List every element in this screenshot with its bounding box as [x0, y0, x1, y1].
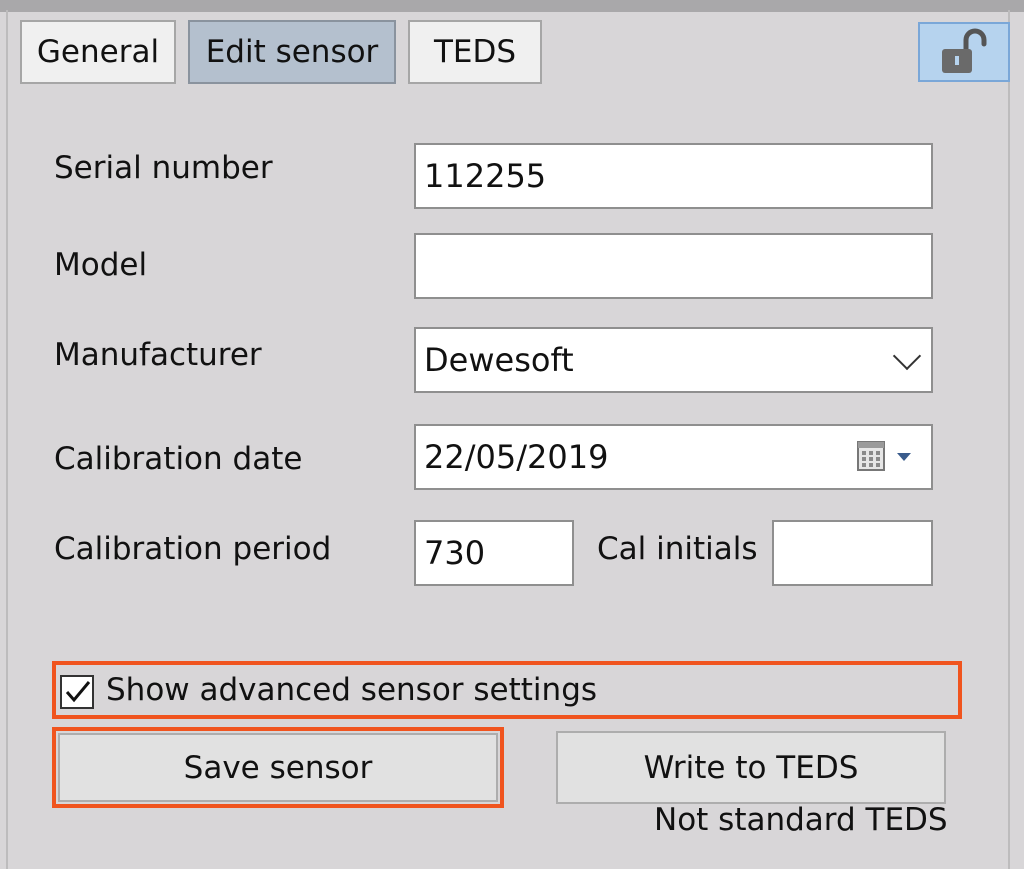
tab-edit-sensor[interactable]: Edit sensor — [188, 20, 396, 84]
advanced-settings-checkbox[interactable] — [60, 675, 94, 709]
calibration-period-label: Calibration period — [54, 531, 332, 567]
calibration-date-label: Calibration date — [54, 441, 303, 477]
tab-general[interactable]: General — [20, 20, 176, 84]
cal-initials-input[interactable] — [772, 520, 933, 586]
calendar-icon[interactable] — [857, 441, 887, 473]
sensor-editor-panel: General Edit sensor TEDS Serial number 1… — [0, 0, 1024, 869]
teds-status-text: Not standard TEDS — [654, 802, 948, 838]
calibration-date-value: 22/05/2019 — [424, 438, 609, 476]
unlocked-padlock-icon — [942, 28, 987, 73]
calibration-period-input[interactable]: 730 — [414, 520, 574, 586]
manufacturer-label: Manufacturer — [54, 337, 262, 373]
checkmark-icon — [65, 681, 91, 703]
model-input[interactable] — [414, 233, 933, 299]
model-label: Model — [54, 247, 148, 283]
calibration-date-picker[interactable]: 22/05/2019 — [414, 424, 933, 490]
manufacturer-select[interactable]: Dewesoft — [414, 327, 933, 393]
manufacturer-value: Dewesoft — [424, 341, 574, 379]
serial-number-value: 112255 — [424, 157, 547, 195]
write-to-teds-button[interactable]: Write to TEDS — [556, 731, 946, 804]
save-sensor-button[interactable]: Save sensor — [58, 733, 498, 802]
calibration-period-value: 730 — [424, 534, 486, 572]
serial-number-input[interactable]: 112255 — [414, 143, 933, 209]
advanced-settings-label[interactable]: Show advanced sensor settings — [106, 672, 597, 708]
cal-initials-label: Cal initials — [597, 531, 758, 567]
calendar-dropdown-arrow-icon[interactable] — [897, 453, 911, 461]
tab-teds[interactable]: TEDS — [408, 20, 542, 84]
serial-number-label: Serial number — [54, 150, 273, 186]
lock-toggle-button[interactable] — [918, 22, 1010, 82]
chevron-down-icon — [892, 341, 922, 371]
